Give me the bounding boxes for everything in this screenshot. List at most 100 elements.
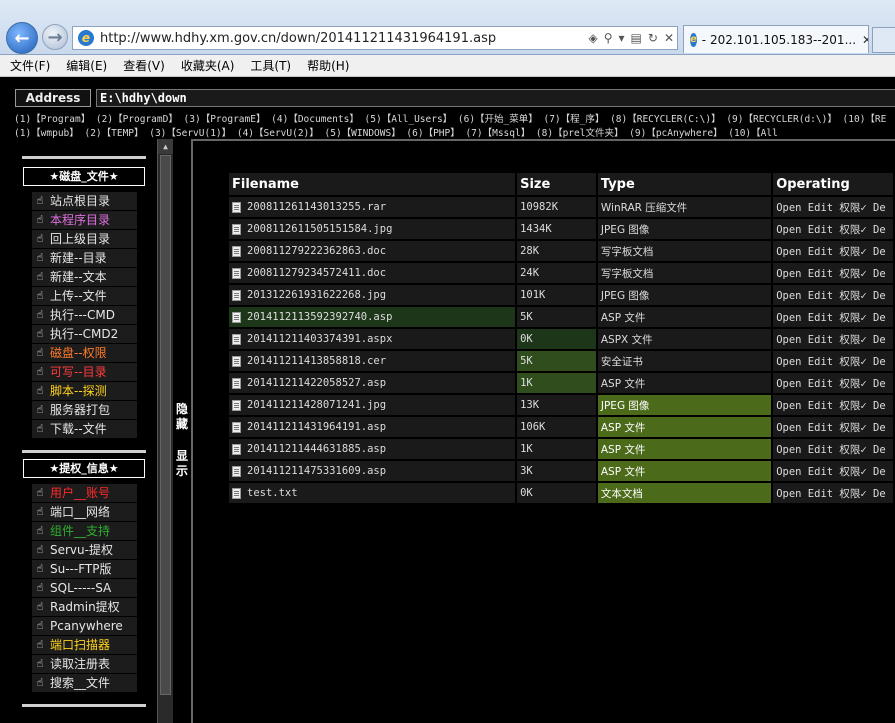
url-text[interactable]: http://www.hdhy.xm.gov.cn/down/201411211… (100, 31, 585, 46)
quick-links-row-2[interactable]: (1)【wmpub】 (2)【TEMP】 (3)【ServU(1)】 (4)【S… (14, 125, 778, 139)
scroll-up-icon[interactable]: ▲ (158, 139, 173, 154)
file-operations-links[interactable]: Open Edit 权限✓ De (776, 268, 886, 280)
file-name-cell[interactable]: 2014112113592392740.asp (229, 307, 516, 327)
sidebar-item-disk-6[interactable]: ☝ 执行---CMD (32, 306, 137, 324)
file-name[interactable]: 201411211422058527.asp (247, 377, 386, 389)
sidebar-item-priv-4[interactable]: ☝ Su---FTP版 (32, 560, 137, 578)
file-name-cell[interactable]: 201411211403374391.aspx (229, 329, 516, 349)
menu-file[interactable]: 文件(F) (10, 57, 50, 74)
file-operations[interactable]: Open Edit 权限✓ De (773, 395, 893, 415)
show-sidebar-toggle[interactable]: 显示 (174, 449, 190, 479)
tab-close-icon[interactable]: ✕ (862, 33, 868, 47)
sidebar-item-disk-10[interactable]: ☝ 脚本--探测 (32, 382, 137, 400)
menu-edit[interactable]: 编辑(E) (66, 57, 107, 74)
file-operations[interactable]: Open Edit 权限✓ De (773, 307, 893, 327)
file-operations[interactable]: Open Edit 权限✓ De (773, 285, 893, 305)
file-operations[interactable]: Open Edit 权限✓ De (773, 197, 893, 217)
browser-tab[interactable]: e - 202.101.105.183--201... ✕ (683, 25, 869, 53)
browser-address-bar[interactable]: e http://www.hdhy.xm.gov.cn/down/2014112… (72, 26, 678, 50)
sidebar-item-disk-0[interactable]: ☝ 站点根目录 (32, 192, 137, 210)
sidebar-item-disk-12[interactable]: ☝ 下载--文件 (32, 420, 137, 438)
file-name[interactable]: 201411211413858818.cer (247, 355, 386, 367)
file-name-cell[interactable]: 200811279222362863.doc (229, 241, 516, 261)
file-operations-links[interactable]: Open Edit 权限✓ De (776, 312, 886, 324)
file-name-cell[interactable]: 200811261143013255.rar (229, 197, 516, 217)
file-operations[interactable]: Open Edit 权限✓ De (773, 329, 893, 349)
sidebar-item-priv-6[interactable]: ☝ Radmin提权 (32, 598, 137, 616)
file-name-cell[interactable]: 201411211444631885.asp (229, 439, 516, 459)
menu-tools[interactable]: 工具(T) (250, 57, 291, 74)
file-operations[interactable]: Open Edit 权限✓ De (773, 351, 893, 371)
scroll-thumb[interactable] (160, 155, 171, 695)
file-name-cell[interactable]: 201312261931622268.jpg (229, 285, 516, 305)
menu-help[interactable]: 帮助(H) (307, 57, 349, 74)
search-icon[interactable]: ⚲ (604, 31, 613, 45)
shield-icon[interactable]: ◈ (588, 31, 597, 45)
sidebar-item-priv-10[interactable]: ☝ 搜索__文件 (32, 674, 137, 692)
sidebar-item-priv-9[interactable]: ☝ 读取注册表 (32, 655, 137, 673)
sidebar-item-disk-8[interactable]: ☝ 磁盘--权限 (32, 344, 137, 362)
sidebar-item-priv-3[interactable]: ☝ Servu-提权 (32, 541, 137, 559)
sidebar-item-disk-1[interactable]: ☝ 本程序目录 (32, 211, 137, 229)
sidebar-item-priv-7[interactable]: ☝ Pcanywhere (32, 617, 137, 635)
sidebar-item-disk-9[interactable]: ☝ 可写--目录 (32, 363, 137, 381)
file-operations-links[interactable]: Open Edit 权限✓ De (776, 422, 886, 434)
file-name[interactable]: 201411211403374391.aspx (247, 333, 392, 345)
sidebar-item-priv-0[interactable]: ☝ 用户__账号 (32, 484, 137, 502)
file-name[interactable]: 201312261931622268.jpg (247, 289, 386, 301)
sidebar-item-disk-11[interactable]: ☝ 服务器打包 (32, 401, 137, 419)
sidebar-item-priv-8[interactable]: ☝ 端口扫描器 (32, 636, 137, 654)
file-operations-links[interactable]: Open Edit 权限✓ De (776, 400, 886, 412)
file-name-cell[interactable]: 201411211428071241.jpg (229, 395, 516, 415)
sidebar-item-disk-7[interactable]: ☝ 执行--CMD2 (32, 325, 137, 343)
file-name[interactable]: 200811279222362863.doc (247, 245, 386, 257)
hide-sidebar-toggle[interactable]: 隐藏 (174, 402, 190, 432)
file-name-cell[interactable]: 201411211413858818.cer (229, 351, 516, 371)
file-name-cell[interactable]: 200811279234572411.doc (229, 263, 516, 283)
close-icon[interactable]: ✕ (664, 31, 674, 45)
file-operations-links[interactable]: Open Edit 权限✓ De (776, 356, 886, 368)
file-operations[interactable]: Open Edit 权限✓ De (773, 461, 893, 481)
file-operations-links[interactable]: Open Edit 权限✓ De (776, 444, 886, 456)
compat-icon[interactable]: ▤ (631, 31, 642, 45)
chevron-down-icon[interactable]: ▾ (619, 31, 625, 45)
sidebar-scrollbar[interactable]: ▲ (157, 139, 173, 723)
file-operations-links[interactable]: Open Edit 权限✓ De (776, 290, 886, 302)
file-operations-links[interactable]: Open Edit 权限✓ De (776, 202, 886, 214)
file-name-cell[interactable]: 201411211475331609.asp (229, 461, 516, 481)
file-operations-links[interactable]: Open Edit 权限✓ De (776, 488, 886, 500)
new-tab-button[interactable] (872, 27, 895, 53)
sidebar-item-disk-5[interactable]: ☝ 上传--文件 (32, 287, 137, 305)
file-operations[interactable]: Open Edit 权限✓ De (773, 241, 893, 261)
file-name[interactable]: 200811261143013255.rar (247, 201, 386, 213)
file-name[interactable]: 2014112113592392740.asp (247, 311, 392, 323)
file-operations[interactable]: Open Edit 权限✓ De (773, 263, 893, 283)
file-name[interactable]: 200811279234572411.doc (247, 267, 386, 279)
file-name[interactable]: 201411211475331609.asp (247, 465, 386, 477)
file-name[interactable]: 201411211431964191.asp (247, 421, 386, 433)
sidebar-item-priv-2[interactable]: ☝ 组件__支持 (32, 522, 137, 540)
file-operations-links[interactable]: Open Edit 权限✓ De (776, 246, 886, 258)
file-operations-links[interactable]: Open Edit 权限✓ De (776, 378, 886, 390)
file-operations[interactable]: Open Edit 权限✓ De (773, 439, 893, 459)
forward-button[interactable]: → (42, 24, 68, 50)
file-operations-links[interactable]: Open Edit 权限✓ De (776, 334, 886, 346)
file-name-cell[interactable]: 2008112611505151584.jpg (229, 219, 516, 239)
file-name-cell[interactable]: test.txt (229, 483, 516, 503)
file-operations[interactable]: Open Edit 权限✓ De (773, 373, 893, 393)
file-operations-links[interactable]: Open Edit 权限✓ De (776, 466, 886, 478)
refresh-icon[interactable]: ↻ (648, 31, 658, 45)
sidebar-item-priv-5[interactable]: ☝ SQL-----SA (32, 579, 137, 597)
file-operations-links[interactable]: Open Edit 权限✓ De (776, 224, 886, 236)
menu-favorites[interactable]: 收藏夹(A) (181, 57, 235, 74)
file-operations[interactable]: Open Edit 权限✓ De (773, 417, 893, 437)
back-button[interactable]: ← (6, 22, 38, 54)
file-name-cell[interactable]: 201411211431964191.asp (229, 417, 516, 437)
address-path-input[interactable]: E:\hdhy\down (96, 89, 895, 107)
file-name-cell[interactable]: 201411211422058527.asp (229, 373, 516, 393)
sidebar-item-priv-1[interactable]: ☝ 端口__网络 (32, 503, 137, 521)
file-name[interactable]: test.txt (247, 487, 298, 499)
quick-links-row-1[interactable]: (1)【Program】 (2)【ProgramD】 (3)【ProgramE】… (14, 111, 886, 125)
file-name[interactable]: 201411211444631885.asp (247, 443, 386, 455)
file-name[interactable]: 201411211428071241.jpg (247, 399, 386, 411)
